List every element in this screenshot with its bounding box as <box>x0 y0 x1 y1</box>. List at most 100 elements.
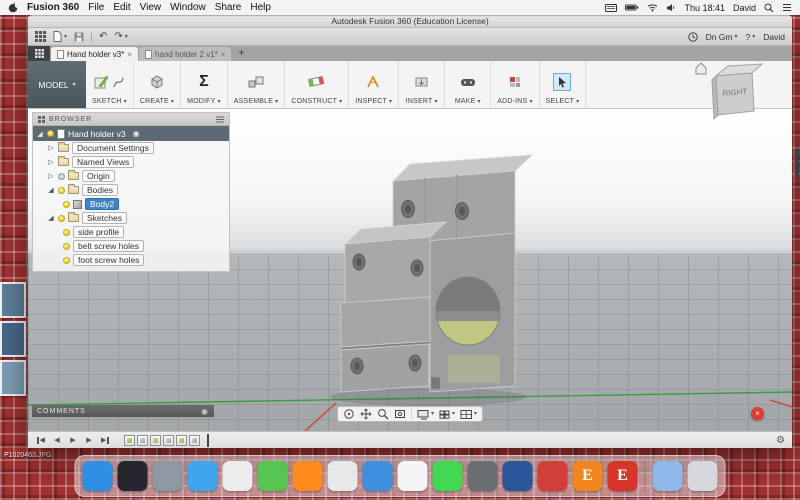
ribbon-group-select[interactable]: SELECT ▾ <box>540 61 587 108</box>
ribbon-group-construct[interactable]: CONSTRUCT ▾ <box>285 61 350 108</box>
redo-button[interactable]: ↷ ▾ <box>114 31 127 42</box>
viewport-layout-menu[interactable]: ▾ <box>460 409 477 420</box>
menu-view[interactable]: View <box>140 2 162 13</box>
ribbon-group-add-ins[interactable]: ADD-INS ▾ <box>491 61 540 108</box>
timeline-settings-gear-icon[interactable]: ⚙ <box>776 435 785 446</box>
user-menu[interactable]: David <box>763 32 785 42</box>
timeline-step-forward-button[interactable]: ▶ <box>83 434 95 446</box>
menu-edit[interactable]: Edit <box>113 2 130 13</box>
scrollbar-thumb[interactable] <box>795 148 799 178</box>
view-cube[interactable]: RIGHT <box>692 59 768 123</box>
notification-center-icon[interactable] <box>782 3 792 12</box>
visibility-bulb-icon[interactable] <box>58 186 65 194</box>
orbit-icon[interactable] <box>343 408 355 420</box>
dock-icon-word[interactable] <box>502 461 533 491</box>
timeline-feature-sketch[interactable] <box>124 434 135 446</box>
data-panel-toggle-icon[interactable] <box>28 46 50 61</box>
keyboard-icon[interactable] <box>605 3 618 12</box>
dock-icon-gimp[interactable] <box>467 461 498 491</box>
dismiss-notification-button[interactable]: × <box>751 407 764 420</box>
ribbon-group-modify[interactable]: Σ MODIFY ▾ <box>181 61 228 108</box>
browser-item-bodies[interactable]: ◢ Bodies <box>33 183 229 197</box>
browser-root-hand-holder-v3[interactable]: ◢ Hand holder v3 ◉ <box>33 126 229 141</box>
account-menu[interactable]: Dn Gm ▾ <box>706 32 738 42</box>
timeline-feature-feature[interactable] <box>163 434 174 446</box>
window-titlebar[interactable]: Autodesk Fusion 360 (Education License) <box>28 15 792 28</box>
save-button[interactable] <box>74 32 84 42</box>
dock-icon-trash[interactable] <box>687 461 718 491</box>
browser-item-belt-screw-holes[interactable]: belt screw holes <box>33 239 229 253</box>
dock-icon-chrome[interactable] <box>327 461 358 491</box>
desktop-file-label[interactable]: P1020463.JPG <box>4 452 51 459</box>
photo-thumbnail[interactable] <box>0 321 26 357</box>
dock-icon-siri[interactable] <box>117 461 148 491</box>
activate-component-icon[interactable]: ◉ <box>133 129 140 138</box>
dock-icon-vlc[interactable] <box>292 461 323 491</box>
tab-hand-holder-v3[interactable]: Hand holder v3* × <box>51 47 139 61</box>
undo-button[interactable]: ↶ <box>99 31 107 42</box>
timeline-feature-feature[interactable] <box>189 434 200 446</box>
zoom-icon[interactable] <box>377 408 389 420</box>
visibility-bulb-icon[interactable] <box>58 214 65 222</box>
menu-share[interactable]: Share <box>215 2 242 13</box>
dock-icon-stack-e-orange[interactable]: E <box>572 461 603 491</box>
timeline-play-button[interactable]: ▶ <box>67 434 79 446</box>
browser-header[interactable]: BROWSER <box>33 113 229 126</box>
dock-icon-app-red[interactable] <box>537 461 568 491</box>
apple-menu-icon[interactable] <box>8 2 18 13</box>
volume-icon[interactable] <box>666 3 676 12</box>
browser-item-foot-screw-holes[interactable]: foot screw holes <box>33 253 229 267</box>
grid-settings-menu[interactable]: ▾ <box>439 409 455 420</box>
menu-help[interactable]: Help <box>250 2 271 13</box>
visibility-bulb-icon[interactable] <box>63 242 70 250</box>
ribbon-group-insert[interactable]: INSERT ▾ <box>399 61 446 108</box>
menu-clock[interactable]: Thu 18:41 <box>684 3 725 13</box>
ribbon-group-create[interactable]: CREATE ▾ <box>134 61 182 108</box>
browser-collapse-icon[interactable] <box>216 116 224 123</box>
new-tab-button[interactable]: + <box>232 48 250 59</box>
comments-expand-icon[interactable]: ◉ <box>201 407 209 416</box>
timeline-feature-sketch[interactable] <box>150 434 161 446</box>
photo-thumbnail[interactable] <box>0 282 26 318</box>
photo-thumbnail[interactable] <box>0 360 26 396</box>
dock-icon-safari[interactable] <box>187 461 218 491</box>
display-settings-menu[interactable]: ▾ <box>417 409 434 420</box>
visibility-bulb-icon[interactable] <box>58 172 65 180</box>
file-menu-button[interactable]: ▾ <box>53 31 67 42</box>
dock-icon-photos[interactable] <box>222 461 253 491</box>
fit-view-icon[interactable] <box>394 408 406 420</box>
job-status-icon[interactable] <box>687 31 698 42</box>
browser-item-named-views[interactable]: ▷ Named Views <box>33 155 229 169</box>
timeline-position-marker[interactable] <box>207 433 209 447</box>
browser-item-body2[interactable]: Body2 <box>33 197 229 211</box>
workspace-selector[interactable]: MODEL ▾ <box>28 61 86 108</box>
data-panel-icon[interactable] <box>35 31 46 42</box>
model-body2[interactable] <box>330 154 534 406</box>
visibility-bulb-icon[interactable] <box>63 256 70 264</box>
timeline-step-back-button[interactable]: ◀ <box>51 434 63 446</box>
visibility-bulb-icon[interactable] <box>63 200 70 208</box>
ribbon-group-make[interactable]: MAKE ▾ <box>445 61 492 108</box>
close-tab-icon[interactable]: × <box>127 50 132 59</box>
timeline-skip-start-button[interactable]: ◀ <box>35 434 47 446</box>
browser-item-side-profile[interactable]: side profile <box>33 225 229 239</box>
dock-icon-downloads-folder[interactable] <box>652 461 683 491</box>
ribbon-group-inspect[interactable]: INSPECT ▾ <box>349 61 400 108</box>
dock-icon-messages[interactable] <box>432 461 463 491</box>
browser-item-origin[interactable]: ▷ Origin <box>33 169 229 183</box>
spotlight-search-icon[interactable] <box>764 3 774 13</box>
visibility-bulb-icon[interactable] <box>47 130 54 137</box>
menu-window[interactable]: Window <box>170 2 206 13</box>
ribbon-group-assemble[interactable]: ASSEMBLE ▾ <box>228 61 286 108</box>
dock-icon-stack-e-red[interactable]: E <box>607 461 638 491</box>
close-tab-icon[interactable]: × <box>221 50 226 59</box>
browser-item-sketches[interactable]: ◢ Sketches <box>33 211 229 225</box>
pan-icon[interactable] <box>360 408 372 420</box>
timeline-skip-end-button[interactable]: ▶ <box>99 434 111 446</box>
dock-icon-maps[interactable] <box>257 461 288 491</box>
battery-icon[interactable] <box>625 4 639 11</box>
wifi-icon[interactable] <box>647 3 658 12</box>
menu-app-name[interactable]: Fusion 360 <box>27 2 79 13</box>
menu-user[interactable]: David <box>733 3 756 13</box>
ribbon-group-sketch[interactable]: SKETCH ▾ <box>86 61 134 108</box>
